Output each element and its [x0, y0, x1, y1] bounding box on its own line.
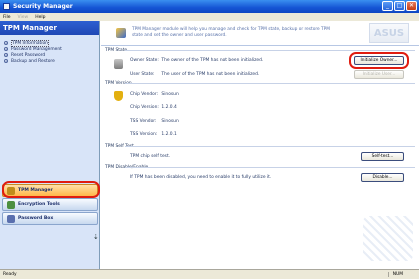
section-tpm-state: TPM State [105, 48, 417, 53]
initialize-user-button[interactable]: Initialize User... [354, 70, 404, 79]
section-tpm-version: TPM Version [105, 81, 412, 86]
section-tpm-disable-enable: TPM Disable/Enable [105, 165, 417, 170]
annotation-highlight [349, 52, 409, 69]
sidebar: TPM Manager TPM Information Password Man… [0, 21, 100, 269]
bullet-icon [4, 53, 8, 57]
lock-icon [114, 59, 123, 69]
version-row: Chip Vendor: Sinosun [130, 92, 179, 97]
annotation-highlight [2, 181, 100, 198]
disable-button[interactable]: Disable... [361, 173, 404, 182]
version-row: TSS Vendor: Sinosun [130, 119, 179, 124]
user-state-row: User State: The user of the TPM has not … [130, 72, 259, 77]
num-lock-indicator: NUM [387, 272, 403, 277]
shield-icon [114, 91, 123, 101]
menu-file[interactable]: File [3, 15, 11, 20]
menu-view[interactable]: View [18, 15, 29, 20]
banner-description: TPM Manager module will help you manage … [132, 27, 330, 38]
sidebar-header: TPM Manager [0, 21, 99, 35]
password-box-icon [7, 214, 15, 223]
banner: TPM Manager module will help you manage … [101, 21, 419, 46]
expand-more-icon[interactable]: ⇣ [93, 233, 99, 241]
disable-description: If TPM has been disabled, you need to en… [130, 175, 272, 180]
bullet-icon [4, 41, 8, 45]
bullet-icon [4, 59, 8, 63]
app-icon [3, 3, 10, 10]
self-test-description: TPM chip self test. [130, 154, 171, 159]
status-text: Ready [3, 272, 17, 277]
owner-state-label: Owner State: [130, 58, 159, 63]
user-state-label: User State: [130, 72, 155, 77]
chip-watermark-icon [363, 216, 413, 261]
owner-state-row: Owner State: The owner of the TPM has no… [130, 58, 263, 63]
window-title: Security Manager [13, 3, 73, 10]
key-icon [7, 200, 15, 209]
version-row: Chip Version: 1.2.0.4 [130, 105, 177, 110]
version-row: TSS Version: 1.2.0.1 [130, 132, 177, 137]
self-test-button[interactable]: Self-test... [361, 152, 404, 161]
menu-bar: File View Help [0, 13, 419, 21]
user-state-value: The user of the TPM has not been initial… [161, 72, 260, 77]
tpm-manager-icon [116, 28, 126, 38]
bullet-icon [4, 47, 8, 51]
main-panel: TPM Manager module will help you manage … [101, 21, 419, 269]
password-box-button[interactable]: Password Box [2, 212, 98, 225]
owner-state-value: The owner of the TPM has not been initia… [161, 58, 264, 63]
menu-help[interactable]: Help [35, 15, 45, 20]
brand-logo: ASUS [369, 23, 409, 43]
minimize-button[interactable]: _ [382, 1, 393, 11]
close-button[interactable]: ✕ [406, 1, 417, 11]
section-tpm-self-test: TPM Self Test [105, 144, 413, 149]
encryption-tools-button[interactable]: Encryption Tools [2, 198, 98, 211]
maximize-button[interactable]: □ [394, 1, 405, 11]
status-bar: Ready NUM [0, 269, 419, 279]
title-bar: Security Manager _ □ ✕ [0, 0, 419, 13]
sidebar-item-backup-restore[interactable]: Backup and Restore [4, 58, 99, 64]
